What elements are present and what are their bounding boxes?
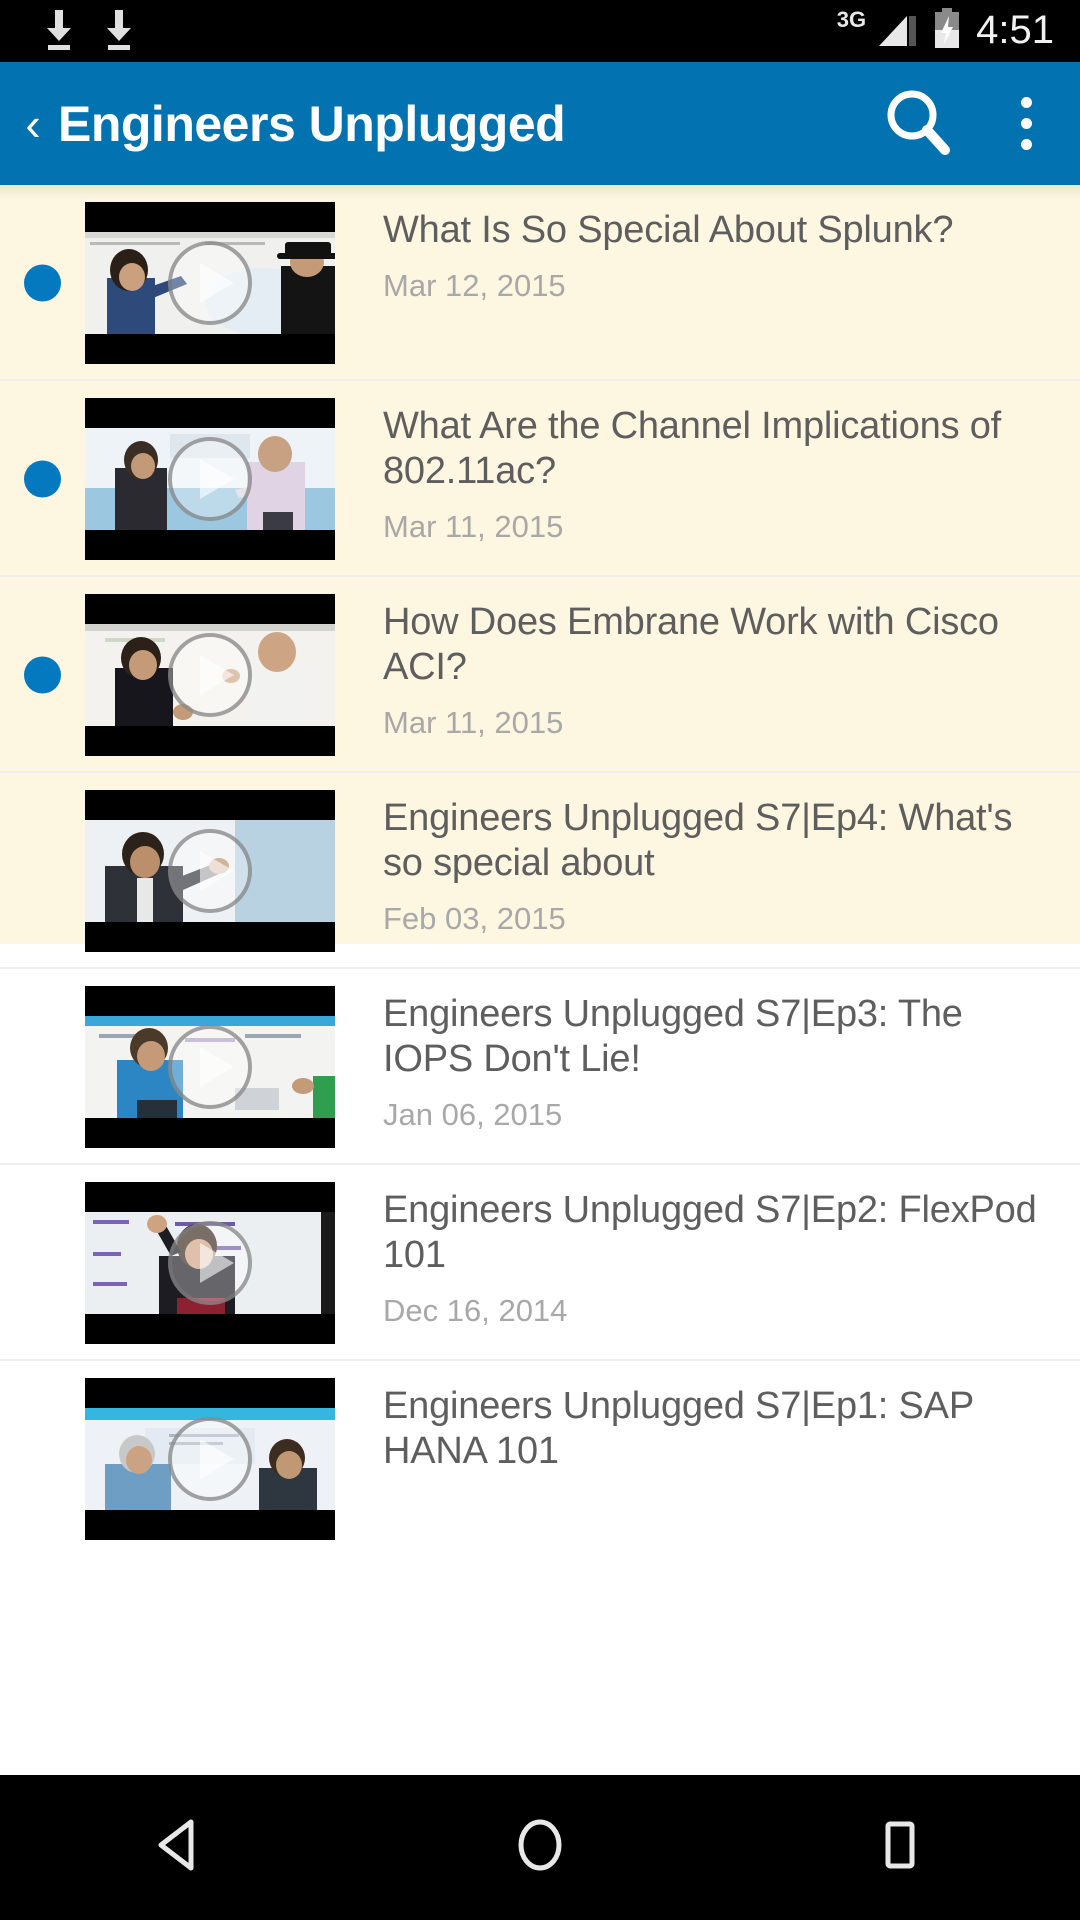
- unread-indicator-column: [0, 986, 85, 1148]
- play-icon[interactable]: [162, 235, 258, 331]
- unread-indicator-column: [0, 1378, 85, 1540]
- status-clock: 4:51: [976, 8, 1054, 52]
- thumbnail-letterbox-bottom: [85, 334, 335, 364]
- back-chevron-icon: ‹: [25, 97, 41, 150]
- video-date: Dec 16, 2014: [383, 1293, 568, 1328]
- video-title: What Is So Special About Splunk?: [383, 209, 954, 251]
- video-date: Mar 12, 2015: [383, 268, 566, 303]
- unread-dot-icon: [24, 460, 61, 498]
- video-meta: What Is So Special About Splunk? Mar 12,…: [335, 202, 1080, 305]
- nav-home-button[interactable]: [440, 1775, 640, 1920]
- video-title: Engineers Unplugged S7|Ep3: The IOPS Don…: [383, 993, 963, 1080]
- video-thumbnail[interactable]: [85, 790, 335, 952]
- video-meta: How Does Embrane Work with Cisco ACI? Ma…: [335, 594, 1080, 742]
- play-icon[interactable]: [162, 431, 258, 527]
- nav-back-triangle-icon: [149, 1814, 211, 1881]
- unread-indicator-column: [0, 790, 85, 952]
- thumbnail-letterbox-bottom: [85, 1510, 335, 1540]
- status-notification-area: [40, 8, 138, 55]
- video-title: Engineers Unplugged S7|Ep2: FlexPod 101: [383, 1189, 1037, 1276]
- video-thumbnail[interactable]: [85, 398, 335, 560]
- video-title: What Are the Channel Implications of 802…: [383, 405, 1002, 492]
- list-item[interactable]: Engineers Unplugged S7|Ep4: What's so sp…: [0, 773, 1080, 969]
- list-item[interactable]: Engineers Unplugged S7|Ep3: The IOPS Don…: [0, 969, 1080, 1165]
- video-meta: Engineers Unplugged S7|Ep4: What's so sp…: [335, 790, 1080, 938]
- thumbnail-letterbox-top: [85, 202, 335, 232]
- thumbnail-letterbox-bottom: [85, 530, 335, 560]
- video-thumbnail[interactable]: [85, 594, 335, 756]
- status-system-area: 3G 4:51: [836, 7, 1062, 55]
- unread-dot-icon: [24, 264, 61, 302]
- video-meta: What Are the Channel Implications of 802…: [335, 398, 1080, 546]
- thumbnail-letterbox-bottom: [85, 922, 335, 952]
- play-icon[interactable]: [162, 1411, 258, 1507]
- download-icon: [100, 8, 138, 55]
- signal-triangle-icon: [876, 9, 918, 54]
- thumbnail-letterbox-bottom: [85, 726, 335, 756]
- back-button[interactable]: ‹: [0, 62, 56, 185]
- thumbnail-letterbox-bottom: [85, 1118, 335, 1148]
- phone-screen: 3G 4:51 ‹ Engineers Unplugged What Is So…: [0, 0, 1080, 1920]
- unread-indicator-column: [0, 202, 85, 364]
- list-item[interactable]: What Are the Channel Implications of 802…: [0, 381, 1080, 577]
- thumbnail-letterbox-top: [85, 986, 335, 1016]
- overflow-menu-icon: [1020, 97, 1032, 150]
- unread-indicator-column: [0, 1182, 85, 1344]
- video-title: How Does Embrane Work with Cisco ACI?: [383, 601, 999, 688]
- video-date: Mar 11, 2015: [383, 509, 564, 544]
- list-item[interactable]: What Is So Special About Splunk? Mar 12,…: [0, 185, 1080, 381]
- list-item[interactable]: Engineers Unplugged S7|Ep1: SAP HANA 101: [0, 1361, 1080, 1557]
- video-meta: Engineers Unplugged S7|Ep2: FlexPod 101 …: [335, 1182, 1080, 1330]
- app-toolbar: ‹ Engineers Unplugged: [0, 62, 1080, 185]
- video-thumbnail[interactable]: [85, 202, 335, 364]
- video-title: Engineers Unplugged S7|Ep1: SAP HANA 101: [383, 1385, 974, 1472]
- play-icon[interactable]: [162, 1019, 258, 1115]
- video-thumbnail[interactable]: [85, 1378, 335, 1540]
- video-date: Mar 11, 2015: [383, 705, 564, 740]
- status-bar: 3G 4:51: [0, 0, 1080, 62]
- thumbnail-letterbox-top: [85, 398, 335, 428]
- video-meta: Engineers Unplugged S7|Ep3: The IOPS Don…: [335, 986, 1080, 1134]
- nav-home-circle-icon: [509, 1814, 571, 1881]
- thumbnail-letterbox-bottom: [85, 1314, 335, 1344]
- thumbnail-letterbox-top: [85, 1378, 335, 1408]
- search-icon: [881, 84, 955, 163]
- thumbnail-letterbox-top: [85, 594, 335, 624]
- play-icon[interactable]: [162, 823, 258, 919]
- video-meta: Engineers Unplugged S7|Ep1: SAP HANA 101: [335, 1378, 1080, 1488]
- battery-charging-icon: [932, 7, 962, 55]
- thumbnail-letterbox-top: [85, 1182, 335, 1212]
- play-icon[interactable]: [162, 627, 258, 723]
- video-date: Jan 06, 2015: [383, 1097, 563, 1132]
- system-navigation-bar: [0, 1775, 1080, 1920]
- video-date: Feb 03, 2015: [383, 901, 566, 936]
- download-icon: [40, 8, 78, 55]
- unread-dot-icon: [24, 656, 61, 694]
- nav-back-button[interactable]: [80, 1775, 280, 1920]
- nav-recents-square-icon: [869, 1814, 931, 1881]
- unread-indicator-column: [0, 594, 85, 756]
- video-title: Engineers Unplugged S7|Ep4: What's so sp…: [383, 797, 1013, 884]
- page-title: Engineers Unplugged: [58, 95, 566, 152]
- network-type-label: 3G: [836, 7, 867, 32]
- nav-recents-button[interactable]: [800, 1775, 1000, 1920]
- video-thumbnail[interactable]: [85, 986, 335, 1148]
- list-item[interactable]: How Does Embrane Work with Cisco ACI? Ma…: [0, 577, 1080, 773]
- unread-indicator-column: [0, 398, 85, 560]
- video-list[interactable]: What Is So Special About Splunk? Mar 12,…: [0, 185, 1080, 1775]
- play-icon[interactable]: [162, 1215, 258, 1311]
- list-item[interactable]: Engineers Unplugged S7|Ep2: FlexPod 101 …: [0, 1165, 1080, 1361]
- overflow-menu-button[interactable]: [972, 62, 1080, 185]
- search-button[interactable]: [864, 62, 972, 185]
- thumbnail-letterbox-top: [85, 790, 335, 820]
- video-thumbnail[interactable]: [85, 1182, 335, 1344]
- toolbar-actions: [864, 62, 1080, 185]
